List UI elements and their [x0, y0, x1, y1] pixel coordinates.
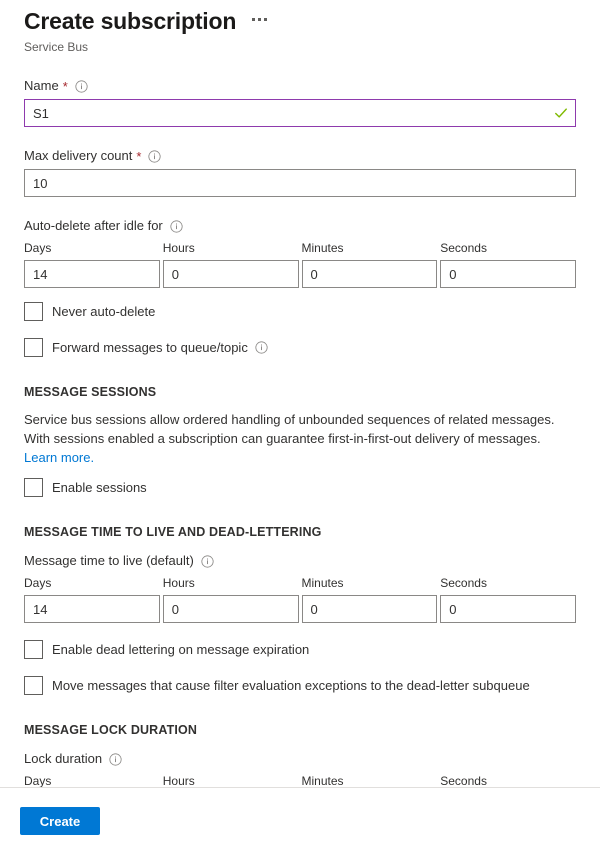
ellipsis-dot — [258, 18, 261, 21]
message-sessions-description-text: Service bus sessions allow ordered handl… — [24, 412, 554, 446]
unit-label-minutes: Minutes — [302, 239, 438, 257]
create-button[interactable]: Create — [20, 807, 100, 835]
section-heading-message-sessions: MESSAGE SESSIONS — [24, 383, 576, 401]
checkbox-enable-sessions[interactable]: Enable sessions — [24, 478, 576, 497]
info-icon[interactable] — [255, 341, 268, 354]
auto-delete-days-input[interactable] — [24, 260, 160, 288]
message-ttl-days: Days — [24, 574, 160, 623]
ellipsis-dot — [252, 18, 255, 21]
checkbox-label: Never auto-delete — [52, 303, 155, 321]
message-ttl-minutes-input[interactable] — [302, 595, 438, 623]
checkbox-label-wrap: Forward messages to queue/topic — [52, 339, 268, 357]
auto-delete-minutes-input[interactable] — [302, 260, 438, 288]
unit-label-hours: Hours — [163, 239, 299, 257]
message-ttl-hours-input[interactable] — [163, 595, 299, 623]
blade-content: Create subscription Service Bus Name * — [0, 0, 600, 787]
blade-header: Create subscription Service Bus — [24, 0, 576, 55]
page-title: Create subscription — [24, 6, 236, 36]
max-delivery-count-label-row: Max delivery count * — [24, 147, 576, 165]
message-ttl-minutes: Minutes — [302, 574, 438, 623]
field-lock-duration: Lock duration Days Hours — [24, 750, 576, 787]
auto-delete-label: Auto-delete after idle for — [24, 217, 163, 235]
required-indicator: * — [63, 80, 68, 93]
unit-label-minutes: Minutes — [302, 574, 438, 592]
create-subscription-blade: Create subscription Service Bus Name * — [0, 0, 600, 850]
unit-label-minutes: Minutes — [302, 772, 438, 787]
unit-label-hours: Hours — [163, 772, 299, 787]
checkbox-forward-messages[interactable]: Forward messages to queue/topic — [24, 338, 576, 357]
learn-more-link[interactable]: Learn more. — [24, 450, 94, 465]
unit-label-days: Days — [24, 772, 160, 787]
lock-duration-hours: Hours — [163, 772, 299, 787]
message-ttl-label: Message time to live (default) — [24, 552, 194, 570]
unit-label-hours: Hours — [163, 574, 299, 592]
unit-label-days: Days — [24, 574, 160, 592]
checkbox-box[interactable] — [24, 338, 43, 357]
field-name: Name * — [24, 77, 576, 127]
name-input[interactable] — [24, 99, 576, 127]
required-indicator: * — [136, 150, 141, 163]
field-max-delivery-count: Max delivery count * — [24, 147, 576, 197]
checkbox-label: Forward messages to queue/topic — [52, 339, 248, 357]
auto-delete-days: Days — [24, 239, 160, 288]
auto-delete-duration-grid: Days Hours Minutes Seconds — [24, 239, 576, 288]
max-delivery-count-input[interactable] — [24, 169, 576, 197]
lock-duration-label: Lock duration — [24, 750, 102, 768]
message-sessions-description: Service bus sessions allow ordered handl… — [24, 410, 576, 467]
checkbox-label: Enable sessions — [52, 479, 147, 497]
info-icon[interactable] — [75, 80, 88, 93]
ellipsis-icon[interactable] — [250, 15, 269, 24]
info-icon[interactable] — [201, 555, 214, 568]
lock-duration-minutes: Minutes — [302, 772, 438, 787]
name-label-row: Name * — [24, 77, 576, 95]
message-ttl-label-row: Message time to live (default) — [24, 552, 576, 570]
blade-footer: Create — [0, 787, 600, 850]
field-message-ttl: Message time to live (default) Days Hour… — [24, 552, 576, 623]
checkbox-enable-dead-lettering[interactable]: Enable dead lettering on message expirat… — [24, 640, 576, 659]
blade-subtitle: Service Bus — [24, 39, 576, 55]
message-ttl-days-input[interactable] — [24, 595, 160, 623]
checkbox-never-auto-delete[interactable]: Never auto-delete — [24, 302, 576, 321]
lock-duration-seconds: Seconds — [440, 772, 576, 787]
auto-delete-seconds-input[interactable] — [440, 260, 576, 288]
message-ttl-hours: Hours — [163, 574, 299, 623]
unit-label-seconds: Seconds — [440, 772, 576, 787]
max-delivery-count-input-wrap — [24, 169, 576, 197]
checkbox-box[interactable] — [24, 478, 43, 497]
auto-delete-hours: Hours — [163, 239, 299, 288]
info-icon[interactable] — [109, 753, 122, 766]
message-ttl-seconds-input[interactable] — [440, 595, 576, 623]
unit-label-seconds: Seconds — [440, 574, 576, 592]
lock-duration-days: Days — [24, 772, 160, 787]
lock-duration-grid: Days Hours Minutes Seconds — [24, 772, 576, 787]
checkbox-move-filter-exceptions[interactable]: Move messages that cause filter evaluati… — [24, 676, 576, 695]
ellipsis-dot — [264, 18, 267, 21]
lock-duration-label-row: Lock duration — [24, 750, 576, 768]
checkbox-box[interactable] — [24, 640, 43, 659]
unit-label-days: Days — [24, 239, 160, 257]
name-label: Name — [24, 77, 59, 95]
max-delivery-count-label: Max delivery count — [24, 147, 132, 165]
checkbox-box[interactable] — [24, 302, 43, 321]
unit-label-seconds: Seconds — [440, 239, 576, 257]
section-heading-message-lock-duration: MESSAGE LOCK DURATION — [24, 721, 576, 739]
auto-delete-minutes: Minutes — [302, 239, 438, 288]
field-auto-delete-after-idle: Auto-delete after idle for Days Hours — [24, 217, 576, 288]
message-ttl-duration-grid: Days Hours Minutes Seconds — [24, 574, 576, 623]
checkbox-box[interactable] — [24, 676, 43, 695]
name-input-wrap — [24, 99, 576, 127]
section-heading-ttl-dead-lettering: MESSAGE TIME TO LIVE AND DEAD-LETTERING — [24, 523, 576, 541]
info-icon[interactable] — [148, 150, 161, 163]
title-row: Create subscription — [24, 6, 576, 36]
auto-delete-hours-input[interactable] — [163, 260, 299, 288]
checkbox-label: Move messages that cause filter evaluati… — [52, 677, 530, 695]
message-ttl-seconds: Seconds — [440, 574, 576, 623]
info-icon[interactable] — [170, 220, 183, 233]
checkbox-label: Enable dead lettering on message expirat… — [52, 641, 309, 659]
auto-delete-label-row: Auto-delete after idle for — [24, 217, 576, 235]
auto-delete-seconds: Seconds — [440, 239, 576, 288]
